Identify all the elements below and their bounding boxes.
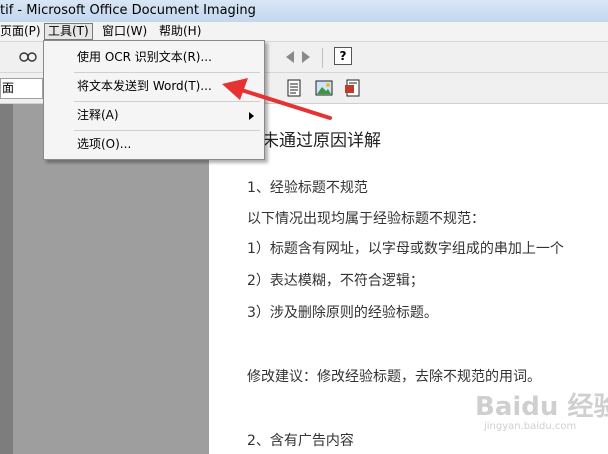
annotation-arrow-icon [222, 78, 332, 120]
